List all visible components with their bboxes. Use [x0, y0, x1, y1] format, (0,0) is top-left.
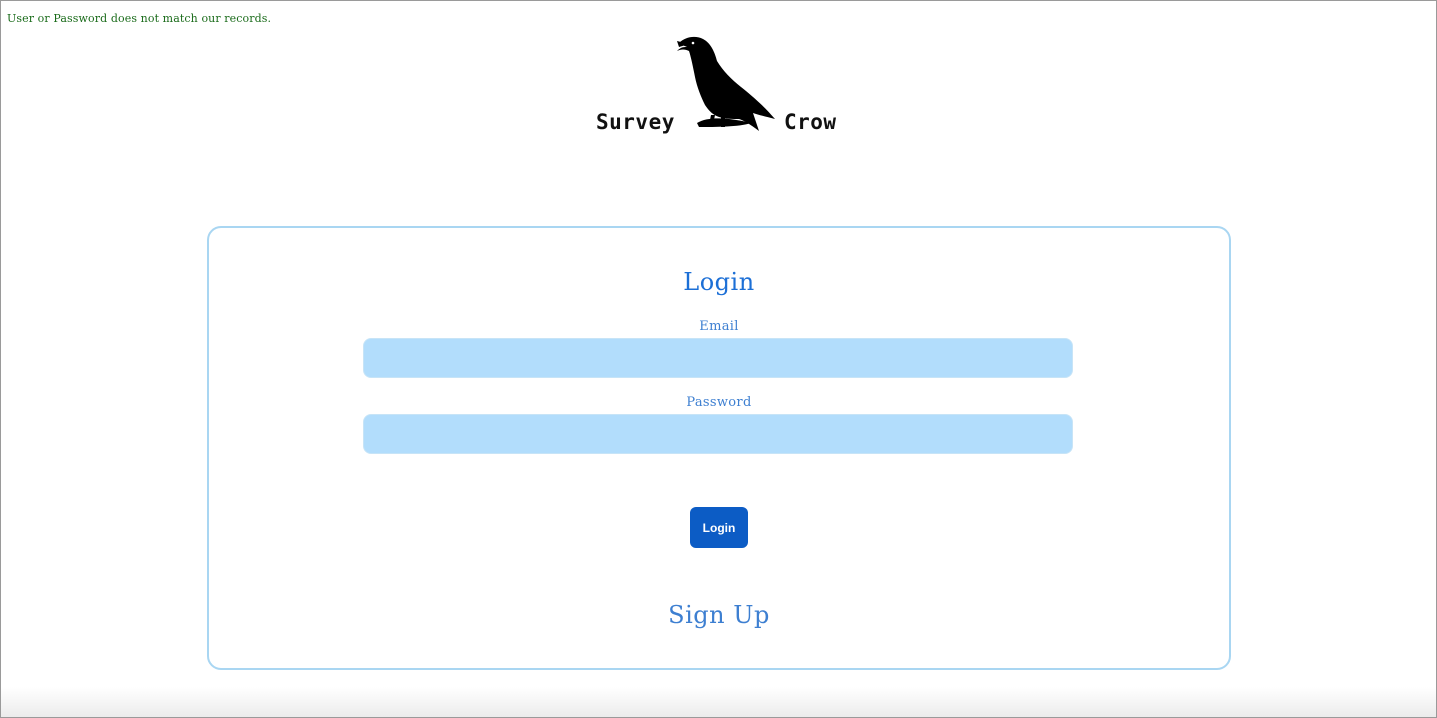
login-button[interactable]: Login [690, 507, 748, 548]
brand-word-right: Crow [784, 110, 837, 134]
brand-logo[interactable]: Survey Crow [595, 35, 845, 140]
brand-word-left: Survey [596, 110, 675, 134]
login-card: Login Email Password Login Sign Up [207, 226, 1231, 670]
password-field[interactable] [363, 414, 1073, 454]
crow-icon [677, 36, 775, 132]
browser-viewport: User or Password does not match our reco… [0, 0, 1437, 718]
email-field[interactable] [363, 338, 1073, 378]
email-label: Email [699, 319, 739, 334]
sign-up-link[interactable]: Sign Up [209, 601, 1229, 629]
password-label: Password [686, 395, 752, 410]
error-message: User or Password does not match our reco… [7, 12, 272, 25]
login-title: Login [683, 268, 755, 296]
bottom-shadow [1, 687, 1436, 717]
